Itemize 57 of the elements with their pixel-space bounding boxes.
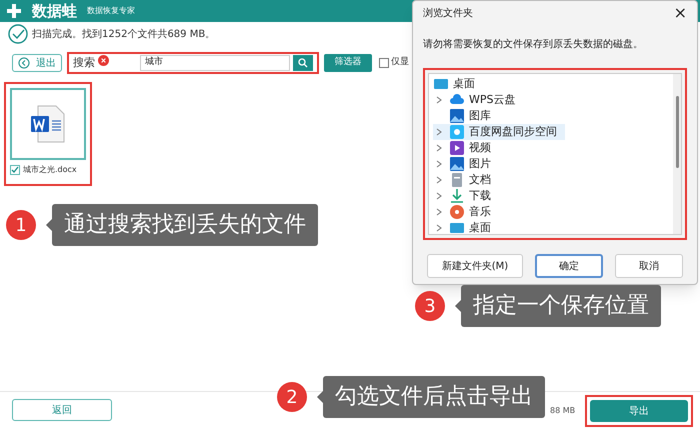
dialog-message: 请勿将需要恢复的文件保存到原丢失数据的磁盘。 [423,38,644,52]
folder-tree-item[interactable]: 百度网盘同步空间 [433,124,565,140]
checkmark-icon [11,166,19,174]
plus-logo-icon [6,3,22,19]
back-circle-icon [18,57,30,69]
folder-tree-item[interactable]: 图库 [433,108,499,124]
app-tagline: 数据恢复专家 [87,5,135,17]
folder-tree-item[interactable]: 图片 [433,156,499,172]
clear-icon[interactable] [98,55,109,66]
search-icon [298,58,308,68]
scrollbar-thumb[interactable] [676,96,678,168]
dialog-button[interactable]: 取消 [615,254,683,278]
only-show-label: 仅显 [391,56,409,70]
scrollbar[interactable] [673,74,681,234]
music-icon [449,204,465,220]
picture-icon [449,156,465,172]
folder-tree-item[interactable]: WPS云盘 [433,92,524,108]
exit-button[interactable]: 退出 [12,54,62,72]
dialog-button[interactable]: 确定 [535,254,603,278]
file-checkbox[interactable] [10,165,20,175]
search-field[interactable]: 城市 [140,55,290,71]
folder-tree-item[interactable]: 音乐 [433,204,499,220]
file-name: 城市之光.docx [23,164,77,176]
search-button[interactable] [293,55,313,71]
dialog-title: 浏览文件夹 [423,6,473,20]
folder-tree-item[interactable]: 下载 [433,188,499,204]
filter-button[interactable]: 筛选器 [324,54,372,72]
video-icon [449,140,465,156]
export-button[interactable]: 导出 [590,400,688,422]
download-icon [449,188,465,204]
folder-tree-item[interactable]: 视频 [433,140,499,156]
dialog-button[interactable]: 新建文件夹(M) [427,254,523,278]
app-logo-text: 数据蛙 [32,0,77,22]
document-icon [449,172,465,188]
word-document-icon [30,104,66,144]
folder-tree-item[interactable]: 文档 [433,172,499,188]
sync-folder-icon [449,124,465,140]
callout-tooltip: 勾选文件后点击导出 [323,376,545,418]
file-thumbnail[interactable] [10,88,86,160]
folder-tree-item[interactable]: 桌面 [433,76,483,92]
search-label: 搜索 [73,54,95,71]
callout-tooltip: 指定一个保存位置 [461,285,661,327]
step-number-badge: 3 [415,291,445,321]
step-number-badge: 1 [6,210,36,240]
check-circle-icon [8,24,28,44]
only-show-checkbox[interactable] [379,58,389,68]
picture-icon [449,108,465,124]
close-button[interactable]: × [674,5,687,21]
step-number-badge: 2 [277,382,307,412]
scan-status-text: 扫描完成。找到1252个文件共689 MB。 [32,28,216,42]
chevron-right-icon[interactable] [435,96,443,104]
back-button[interactable]: 返回 [12,399,112,421]
monitor-icon [433,76,449,92]
selection-summary-text: 88 MB [550,405,576,417]
folder-tree-item[interactable]: 桌面 [433,220,499,234]
callout-tooltip: 通过搜索找到丢失的文件 [52,204,318,246]
monitor-icon [449,220,465,234]
